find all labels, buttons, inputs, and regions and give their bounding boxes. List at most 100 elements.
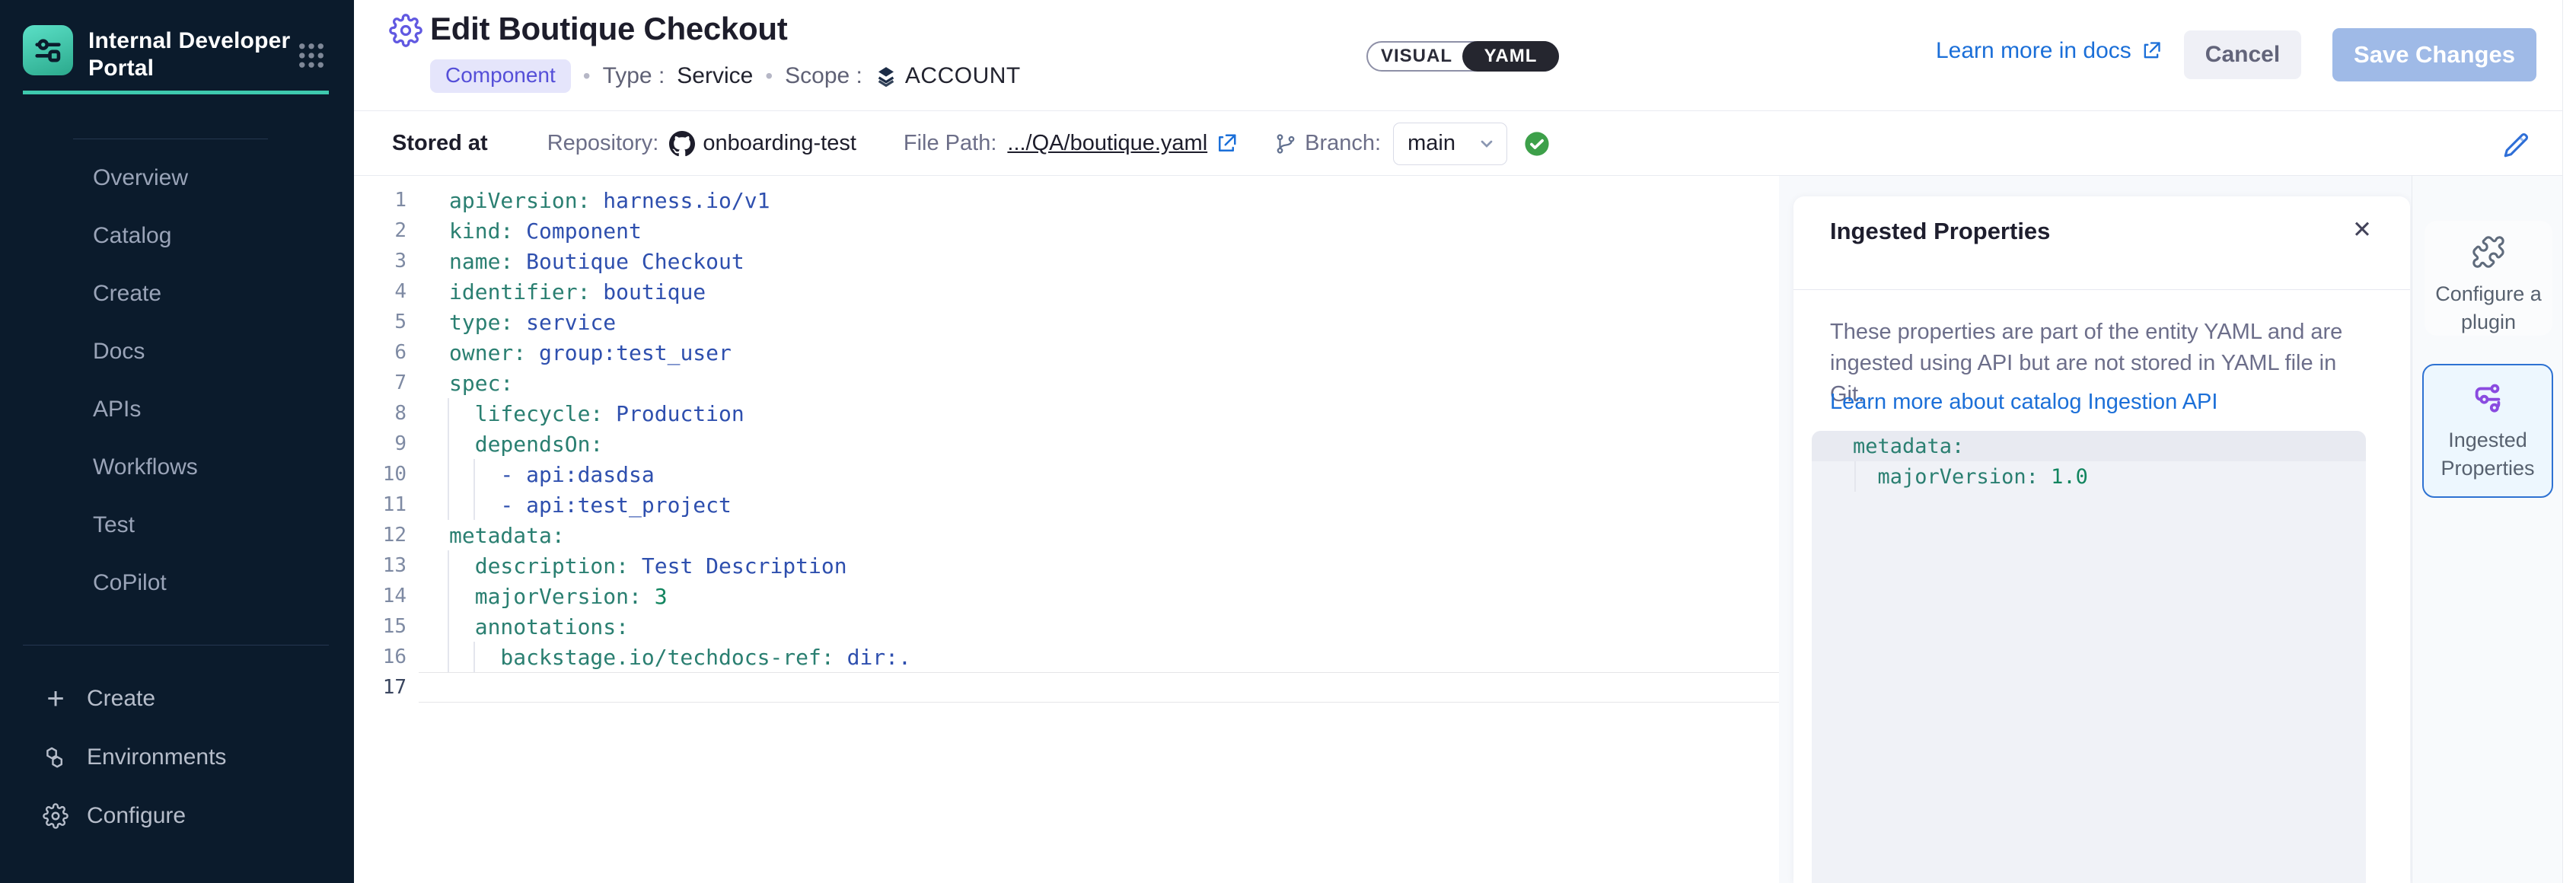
sidebar-item-docs[interactable]: Docs	[93, 337, 354, 366]
code-text: description: Test Description	[406, 553, 847, 579]
editor-line[interactable]: majorVersion: 1.0	[1812, 461, 2366, 492]
indent-guide	[448, 581, 449, 611]
editor-lines: 1apiVersion: harness.io/v12kind: Compone…	[354, 185, 1779, 703]
line-number: 17	[354, 676, 406, 699]
code-text: owner: group:test_user	[406, 340, 732, 365]
configure-plugin-card[interactable]: Configure a plugin	[2425, 221, 2552, 336]
sidebar-item-apis[interactable]: APIs	[93, 395, 354, 424]
yaml-editor[interactable]: 1apiVersion: harness.io/v12kind: Compone…	[354, 176, 1779, 883]
indent-guide	[448, 550, 449, 581]
line-number: 16	[354, 646, 406, 668]
sidebar-item-configure[interactable]: Configure	[43, 800, 354, 832]
editor-line[interactable]: 17	[354, 672, 1779, 703]
sidebar-item-environments[interactable]: Environments	[43, 741, 354, 773]
indent-guide	[473, 459, 475, 489]
editor-line[interactable]: 8 lifecycle: Production	[354, 398, 1779, 429]
editor-line[interactable]: 7spec:	[354, 368, 1779, 398]
file-path-link[interactable]: .../QA/boutique.yaml	[1007, 131, 1207, 156]
rail-card-label: Configure a plugin	[2425, 280, 2552, 336]
scope-label: Scope :	[785, 63, 862, 89]
editor-line[interactable]: 5type: service	[354, 307, 1779, 337]
code-text: type: service	[406, 310, 616, 335]
branch-select[interactable]: main	[1393, 123, 1507, 165]
code-text: spec:	[406, 371, 513, 396]
sidebar-item-create[interactable]: + Create	[43, 683, 354, 715]
toggle-visual[interactable]: VISUAL	[1368, 43, 1465, 70]
cancel-button[interactable]: Cancel	[2184, 30, 2301, 79]
sliders-logo-icon	[31, 33, 65, 67]
editor-line[interactable]: 11 - api:test_project	[354, 489, 1779, 520]
ingestion-api-link[interactable]: Learn more about catalog Ingestion API	[1830, 390, 2217, 415]
close-icon[interactable]: ✕	[2352, 218, 2372, 241]
line-number: 1	[354, 189, 406, 212]
editor-line[interactable]: 14 majorVersion: 3	[354, 581, 1779, 611]
line-number: 4	[354, 280, 406, 303]
bottom-divider	[23, 645, 329, 646]
line-number: 7	[354, 371, 406, 394]
line-number: 3	[354, 250, 406, 273]
type-label: Type :	[603, 63, 665, 89]
edit-pencil-icon[interactable]	[2499, 129, 2533, 162]
editor-line[interactable]: 15 annotations:	[354, 611, 1779, 642]
editor-line[interactable]: 9 dependsOn:	[354, 429, 1779, 459]
branch-valid-check-icon	[1524, 131, 1550, 157]
editor-line[interactable]: 13 description: Test Description	[354, 550, 1779, 581]
ingested-code-block: metadata: majorVersion: 1.0	[1812, 431, 2366, 883]
editor-line[interactable]: 2kind: Component	[354, 215, 1779, 246]
file-path-label: File Path:	[904, 131, 997, 156]
save-changes-button[interactable]: Save Changes	[2332, 28, 2536, 81]
editor-line[interactable]: 16 backstage.io/techdocs-ref: dir:.	[354, 642, 1779, 672]
app-title: Internal Developer Portal	[88, 27, 301, 82]
file-external-link-icon[interactable]	[1215, 132, 1238, 155]
accent-underline	[23, 91, 329, 94]
gear-icon	[43, 803, 69, 829]
entity-meta-row: Component • Type : Service • Scope : ACC…	[430, 59, 1021, 93]
code-text: annotations:	[406, 614, 629, 639]
learn-more-link[interactable]: Learn more in docs	[1936, 38, 2162, 64]
sidebar-item-catalog[interactable]: Catalog	[93, 222, 354, 250]
line-number: 6	[354, 341, 406, 364]
account-scope-icon	[875, 65, 897, 88]
code-text: - api:test_project	[406, 493, 732, 518]
line-number: 9	[354, 432, 406, 455]
code-text: majorVersion: 3	[406, 584, 668, 609]
sidebar-item-create[interactable]: Create	[93, 279, 354, 308]
sidebar: Internal Developer Portal Overview Catalo…	[0, 0, 354, 883]
sidebar-item-overview[interactable]: Overview	[93, 164, 354, 193]
sidebar-item-copilot[interactable]: CoPilot	[93, 569, 354, 598]
code-text: backstage.io/techdocs-ref: dir:.	[406, 645, 911, 670]
scrollbar-gutter[interactable]	[2562, 0, 2576, 883]
line-number: 2	[354, 219, 406, 242]
ingested-properties-card[interactable]: Ingested Properties	[2422, 364, 2553, 498]
code-text: kind: Component	[406, 218, 642, 244]
entity-gear-icon	[389, 14, 422, 47]
right-rail: Configure a plugin Ingested Properties	[2412, 176, 2562, 883]
scope-wrap: ACCOUNT	[875, 63, 1021, 89]
editor-line[interactable]: 4identifier: boutique	[354, 276, 1779, 307]
learn-more-label: Learn more in docs	[1936, 38, 2131, 64]
indent-guide	[473, 489, 475, 520]
separator-dot: •	[765, 64, 773, 88]
editor-line[interactable]: 3name: Boutique Checkout	[354, 246, 1779, 276]
sidebar-item-workflows[interactable]: Workflows	[93, 453, 354, 482]
editor-line[interactable]: 6owner: group:test_user	[354, 337, 1779, 368]
code-text: metadata:	[1812, 435, 1964, 458]
editor-line[interactable]: 10 - api:dasdsa	[354, 459, 1779, 489]
sidebar-nav: Overview Catalog Create Docs APIs Workflows Te…	[0, 164, 354, 626]
type-value: Service	[677, 63, 753, 89]
repository-value: onboarding-test	[703, 131, 856, 156]
editor-line[interactable]: 12metadata:	[354, 520, 1779, 550]
sidebar-item-test[interactable]: Test	[93, 511, 354, 540]
toggle-yaml[interactable]: YAML	[1462, 41, 1559, 72]
sidebar-item-label: Configure	[87, 803, 186, 829]
panel-divider	[1793, 289, 2410, 290]
panel-title: Ingested Properties	[1830, 218, 2050, 245]
rail-card-label: Ingested Properties	[2424, 426, 2552, 483]
indent-guide	[473, 642, 475, 672]
app-switcher-grid-icon[interactable]	[295, 40, 327, 72]
editor-line[interactable]: 1apiVersion: harness.io/v1	[354, 185, 1779, 215]
indent-guide	[448, 398, 449, 429]
ingested-code-lines: metadata: majorVersion: 1.0	[1812, 431, 2366, 492]
editor-line[interactable]: metadata:	[1812, 431, 2366, 461]
chevron-down-icon	[1478, 135, 1496, 153]
